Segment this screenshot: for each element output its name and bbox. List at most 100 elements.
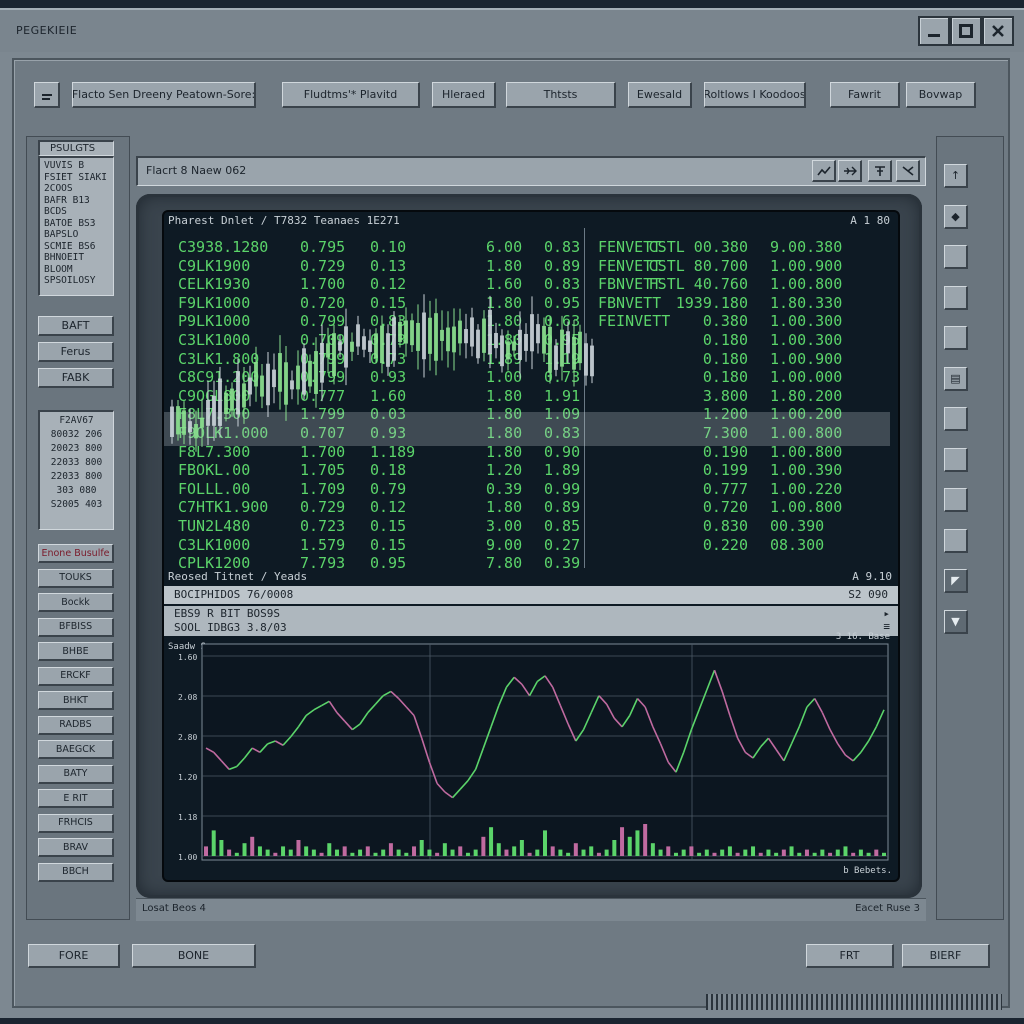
candle-body	[428, 317, 432, 354]
right-tool-button[interactable]	[944, 488, 968, 512]
title-bar: PEGEKIEIE	[0, 10, 1024, 52]
minimize-icon[interactable]	[918, 16, 950, 46]
volume-bar	[273, 852, 278, 856]
right-tool-button[interactable]	[944, 407, 968, 431]
candle-body	[212, 395, 216, 426]
candle-body	[440, 329, 444, 341]
candle-body	[236, 371, 240, 415]
volume-bar	[589, 846, 594, 856]
volume-bar	[689, 846, 694, 856]
toolbar-button-7[interactable]: Fawrit	[830, 82, 900, 108]
chart-icon[interactable]	[812, 160, 836, 182]
menu-icon[interactable]	[34, 82, 60, 108]
volume-bar	[550, 846, 555, 856]
volume-bar	[350, 852, 355, 856]
values-item: 20023 800	[50, 443, 103, 454]
left-list-button[interactable]: ERCKF	[38, 666, 114, 686]
volume-bar	[512, 846, 517, 856]
results-title: PSULGTS	[38, 140, 114, 156]
left-list-button[interactable]: Bockk	[38, 593, 114, 612]
toolbar-button-1[interactable]: Flacto Sen Dreeny Peatown-Sore:	[72, 82, 256, 108]
right-tool-button[interactable]	[944, 245, 968, 269]
right-tool-button[interactable]	[944, 447, 968, 472]
left-list-button[interactable]: BRAV	[38, 838, 114, 857]
left-button-2[interactable]: Ferus	[38, 342, 114, 362]
up-icon[interactable]: ↑	[944, 164, 968, 188]
volume-bar	[219, 840, 224, 856]
plane-icon[interactable]	[838, 160, 862, 182]
candle-overlay	[170, 294, 594, 452]
bottom-button-left-1[interactable]: FORE	[28, 944, 120, 968]
resize-grip[interactable]	[706, 994, 1002, 1010]
volume-bar	[804, 849, 809, 856]
volume-bar	[843, 846, 848, 856]
bottom-button-right-1[interactable]: FRT	[806, 944, 894, 968]
bottom-button-left-2[interactable]: BONE	[132, 944, 256, 968]
bottom-button-right-2[interactable]: BIERF	[902, 944, 990, 968]
volume-bar	[442, 843, 447, 856]
candle-body	[398, 321, 402, 343]
left-button-1[interactable]: BAFT	[38, 316, 114, 336]
candle-body	[362, 336, 366, 350]
lower-title: Reosed Titnet / Yeads	[168, 570, 308, 583]
toolbar-button-3[interactable]: Hleraed	[432, 82, 496, 108]
quote-cell-right: 00.390	[770, 517, 825, 535]
candle-body	[338, 341, 342, 351]
left-list-button[interactable]: BBCH	[38, 862, 114, 882]
close-icon[interactable]	[982, 16, 1014, 46]
lower-row-2: EBS9 R BIT BOS9S	[174, 607, 280, 620]
candle-body	[206, 400, 210, 426]
tag-icon[interactable]: ◆	[944, 204, 968, 229]
price-chart: 1.60 2.08 2.80 1.20 1.18 1.00	[178, 643, 889, 862]
left-list-button[interactable]: BFBISS	[38, 617, 114, 637]
left-button-3[interactable]: FABK	[38, 368, 114, 388]
volume-bar	[882, 852, 886, 856]
left-list-button[interactable]: E RIT	[38, 789, 114, 808]
left-list-button[interactable]: TOUKS	[38, 568, 114, 588]
y-tick-label: 1.20	[178, 773, 197, 782]
volume-bar	[596, 852, 601, 856]
volume-bar	[404, 852, 409, 856]
volume-bar	[465, 852, 470, 856]
maximize-icon[interactable]	[950, 16, 982, 46]
left-list-button[interactable]: BHBE	[38, 642, 114, 661]
values-item: 22033 800	[50, 471, 103, 482]
candle-body	[224, 392, 228, 415]
candle-body	[488, 309, 492, 355]
candle-body	[320, 342, 324, 383]
pin-icon[interactable]: ▼	[944, 609, 968, 634]
left-list-button[interactable]: BHKT	[38, 691, 114, 710]
mark-icon[interactable]	[896, 160, 920, 182]
volume-bar	[666, 846, 671, 856]
quote-cell: 9.00	[486, 535, 523, 554]
left-list-button[interactable]: Enone Busulfe	[38, 544, 114, 563]
left-list-button[interactable]: BATY	[38, 764, 114, 784]
toolbar-button-2[interactable]: Fludtms'* Plavitd	[282, 82, 420, 108]
quote-cell-right: 1.00.800	[770, 498, 843, 517]
right-tool-button[interactable]	[944, 528, 968, 553]
inner-toolbar: Flacrt 8 Naew 062	[136, 156, 926, 186]
expand-icon[interactable]: ▸	[883, 607, 890, 620]
volume-bar	[612, 840, 617, 856]
right-tool-button[interactable]	[944, 326, 968, 350]
arrow-icon[interactable]: ◤	[944, 569, 968, 593]
y-tick-label: 1.00	[178, 853, 197, 862]
toolbar-button-5[interactable]: Ewesald	[628, 82, 692, 108]
volume-bar	[473, 849, 478, 856]
doc-icon[interactable]: ▤	[944, 366, 968, 391]
volume-bar	[704, 849, 709, 856]
toolbar-button-8[interactable]: Bovwap	[906, 82, 976, 108]
toolbar-button-6[interactable]: Roltlows I Koodoos	[704, 82, 806, 108]
lower-title-bar: Reosed Titnet / Yeads A 9.10	[164, 570, 898, 584]
toolbar-button-4[interactable]: Thtsts	[506, 82, 616, 108]
candle-body	[464, 329, 468, 344]
candle-body	[194, 424, 198, 439]
volume-bar	[427, 849, 432, 856]
pin-tool-icon[interactable]	[868, 160, 892, 182]
left-list-button[interactable]: BAEGCK	[38, 740, 114, 759]
right-tool-button[interactable]	[944, 285, 968, 310]
quote-cell-right: CSTL 80.700	[648, 256, 748, 275]
volume-bar	[820, 849, 825, 856]
left-list-button[interactable]: RADBS	[38, 715, 114, 735]
left-list-button[interactable]: FRHCIS	[38, 813, 114, 833]
